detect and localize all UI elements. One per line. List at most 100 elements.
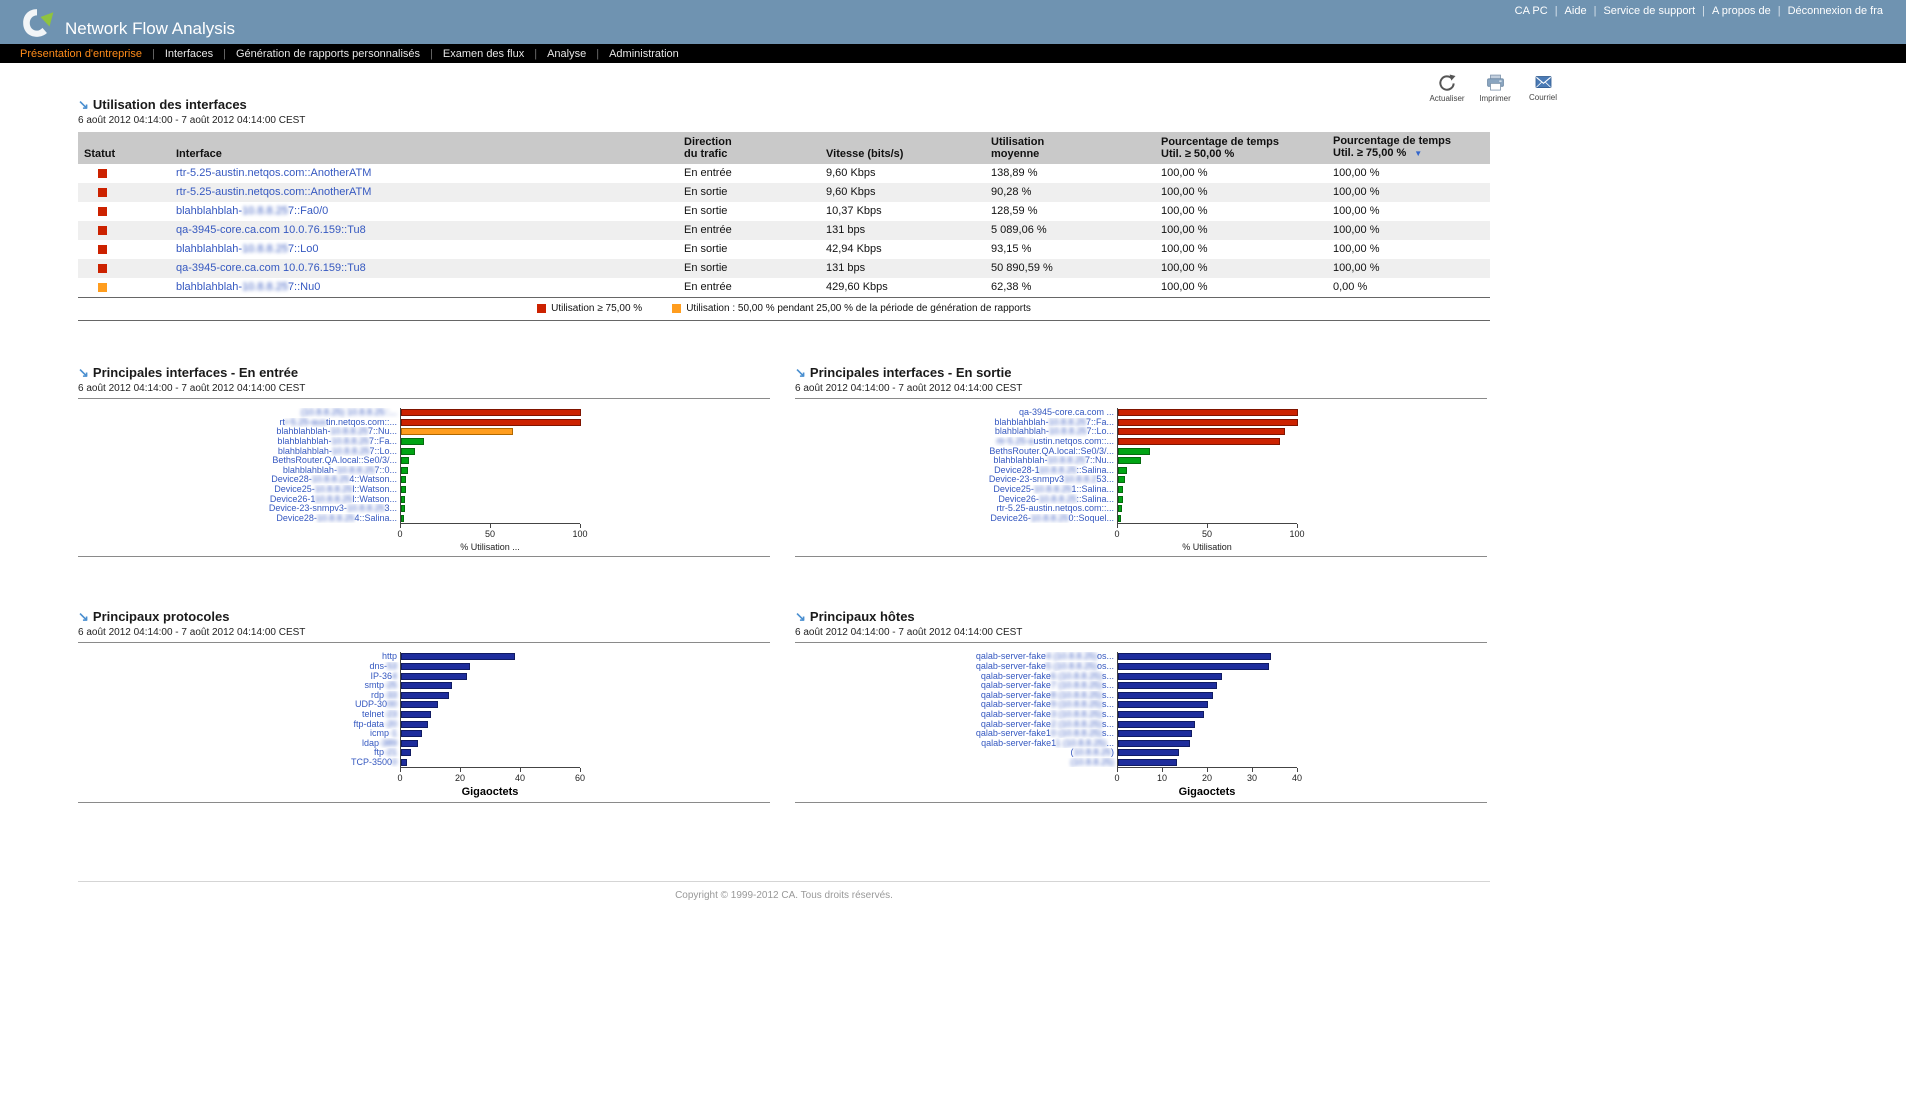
chart-bar[interactable] xyxy=(401,448,415,455)
print-button[interactable]: Imprimer xyxy=(1475,73,1515,103)
chart-bar[interactable] xyxy=(1118,740,1190,747)
chart-bar-label[interactable]: qa-3945-core.ca.com ... xyxy=(795,408,1117,418)
chart-bar-label[interactable]: ldap-389 xyxy=(78,738,400,748)
chart-bar-label[interactable]: qalab-server-fake7 (10.8.8.25)s... xyxy=(795,681,1117,691)
chart-bar-label[interactable]: qalab-server-fake6 (10.8.8.25)s... xyxy=(795,671,1117,681)
chart-bar[interactable] xyxy=(1118,515,1121,522)
chart-bar[interactable] xyxy=(1118,457,1141,464)
nav-item[interactable]: Présentation d'entreprise xyxy=(20,48,142,60)
chart-bar-label[interactable]: blahblahblah-10.8.8.257::Fa... xyxy=(795,418,1117,428)
chart-bar[interactable] xyxy=(1118,711,1204,718)
header-link[interactable]: Service de support xyxy=(1603,5,1695,17)
chart-bar-label[interactable]: ftp-21 xyxy=(78,748,400,758)
chart-bar[interactable] xyxy=(401,409,581,416)
chart-bar-label[interactable]: Device26-10.8.8.250::Soquel... xyxy=(795,514,1117,524)
chart-bar[interactable] xyxy=(401,682,452,689)
chart-bar[interactable] xyxy=(401,467,408,474)
chart-bar[interactable] xyxy=(401,749,411,756)
header-link[interactable]: A propos de xyxy=(1712,5,1771,17)
interface-link[interactable]: blahblahblah-10.8.8.257::Nu0 xyxy=(176,281,320,293)
chart-bar-label[interactable]: (10.8.8.25) xyxy=(795,758,1117,768)
chart-bar[interactable] xyxy=(401,505,405,512)
chart-bar-label[interactable]: blahblahblah-10.8.8.257::Fa... xyxy=(78,437,400,447)
chart-bar[interactable] xyxy=(401,721,428,728)
chart-bar[interactable] xyxy=(401,740,418,747)
column-header-utilization[interactable]: Utilisationmoyenne xyxy=(985,132,1155,164)
chart-bar-label[interactable]: Device28-110.8.8.25::Salina... xyxy=(795,466,1117,476)
nav-item[interactable]: Analyse xyxy=(547,48,586,60)
chart-bar[interactable] xyxy=(1118,409,1298,416)
chart-bar-label[interactable]: qalab-server-fake9 (10.8.8.25)s... xyxy=(795,700,1117,710)
interface-link[interactable]: qa-3945-core.ca.com 10.0.76.159::Tu8 xyxy=(176,262,366,274)
chart-bar[interactable] xyxy=(1118,476,1125,483)
chart-bar-label[interactable]: blahblahblah-10.8.8.257::0... xyxy=(78,466,400,476)
sort-desc-icon[interactable]: ▼ xyxy=(1414,149,1422,158)
chart-bar[interactable] xyxy=(401,730,422,737)
chart-bar[interactable] xyxy=(401,438,424,445)
chart-bar-label[interactable]: TCP-35000 xyxy=(78,758,400,768)
chart-bar-label[interactable]: ftp-data-20 xyxy=(78,719,400,729)
column-header-interface[interactable]: Interface xyxy=(170,132,678,164)
chart-bar-label[interactable]: BethsRouter.QA.local::Se0/3/... xyxy=(795,446,1117,456)
column-header-status[interactable]: Statut xyxy=(78,132,170,164)
chart-bar-label[interactable]: blahblahblah-10.8.8.257::Lo... xyxy=(795,427,1117,437)
chart-bar-label[interactable]: qalab-server-fake10 (10.8.8.25)s... xyxy=(795,729,1117,739)
chart-bar[interactable] xyxy=(1118,653,1271,660)
chart-bar-label[interactable]: http xyxy=(78,652,400,662)
drilldown-arrow-icon[interactable]: ↘ xyxy=(795,610,806,623)
chart-bar[interactable] xyxy=(1118,749,1179,756)
chart-bar-label[interactable]: Device26-10.8.8.25::Salina... xyxy=(795,494,1117,504)
chart-bar[interactable] xyxy=(401,515,404,522)
interface-link[interactable]: qa-3945-core.ca.com 10.0.76.159::Tu8 xyxy=(176,224,366,236)
chart-bar-label[interactable]: Device25-10.8.8.25l::Watson... xyxy=(78,485,400,495)
chart-bar[interactable] xyxy=(401,673,467,680)
chart-bar[interactable] xyxy=(401,476,406,483)
chart-bar-label[interactable]: rtr-5.25-austin.netqos.com::... xyxy=(78,418,400,428)
nav-item[interactable]: Génération de rapports personnalisés xyxy=(236,48,420,60)
chart-bar[interactable] xyxy=(1118,438,1280,445)
chart-bar-label[interactable]: blahblahblah-10.8.8.257::Nu... xyxy=(78,427,400,437)
chart-bar-label[interactable]: rtr-5.25-austin.netqos.com::... xyxy=(795,504,1117,514)
nav-item[interactable]: Examen des flux xyxy=(443,48,524,60)
chart-bar-label[interactable]: (10.8.8.25) 10.8.8.25::... xyxy=(78,408,400,418)
chart-bar[interactable] xyxy=(401,759,407,766)
drilldown-arrow-icon[interactable]: ↘ xyxy=(78,610,89,623)
chart-bar[interactable] xyxy=(1118,496,1123,503)
nav-item[interactable]: Administration xyxy=(609,48,679,60)
chart-bar-label[interactable]: dns-53 xyxy=(78,662,400,672)
chart-bar-label[interactable]: qalab-server-fake3 (10.8.8.25)s... xyxy=(795,710,1117,720)
chart-bar[interactable] xyxy=(1118,505,1122,512)
chart-bar[interactable] xyxy=(401,692,449,699)
chart-bar-label[interactable]: blahblahblah-10.8.8.257::Nu... xyxy=(795,456,1117,466)
chart-bar[interactable] xyxy=(401,419,581,426)
chart-bar-label[interactable]: Device-23-snmpv3-10.8.8.253... xyxy=(78,504,400,514)
chart-bar[interactable] xyxy=(1118,759,1177,766)
column-header-speed[interactable]: Vitesse (bits/s) xyxy=(820,132,985,164)
chart-bar-label[interactable]: telnet-23 xyxy=(78,710,400,720)
chart-bar[interactable] xyxy=(1118,486,1123,493)
chart-bar-label[interactable]: Device28-10.8.8.254::Watson... xyxy=(78,475,400,485)
chart-bar-label[interactable]: IP-364 xyxy=(78,671,400,681)
chart-bar[interactable] xyxy=(1118,467,1127,474)
chart-bar[interactable] xyxy=(401,486,406,493)
chart-bar-label[interactable]: qalab-server-fake5 (10.8.8.25)os... xyxy=(795,662,1117,672)
chart-bar-label[interactable]: BethsRouter.QA.local::Se0/3/... xyxy=(78,456,400,466)
chart-bar[interactable] xyxy=(1118,428,1285,435)
chart-bar[interactable] xyxy=(1118,682,1217,689)
chart-bar[interactable] xyxy=(401,701,438,708)
chart-bar-label[interactable]: qalab-server-fake8 (10.8.8.25)s... xyxy=(795,691,1117,701)
nav-item[interactable]: Interfaces xyxy=(165,48,213,60)
chart-bar-label[interactable]: Device26-110.8.8.25l::Watson... xyxy=(78,494,400,504)
chart-bar-label[interactable]: smtp-25 xyxy=(78,681,400,691)
chart-bar[interactable] xyxy=(1118,730,1192,737)
interface-link[interactable]: rtr-5.25-austin.netqos.com::AnotherATM xyxy=(176,167,371,179)
drilldown-arrow-icon[interactable]: ↘ xyxy=(78,98,89,111)
interface-link[interactable]: blahblahblah-10.8.8.257::Fa0/0 xyxy=(176,205,328,217)
chart-bar-label[interactable]: icmp-1 xyxy=(78,729,400,739)
chart-bar[interactable] xyxy=(401,663,470,670)
chart-bar[interactable] xyxy=(401,653,515,660)
header-link[interactable]: Aide xyxy=(1565,5,1587,17)
email-button[interactable]: Courriel xyxy=(1523,73,1563,103)
chart-bar-label[interactable]: UDP-3000 xyxy=(78,700,400,710)
chart-bar[interactable] xyxy=(1118,701,1208,708)
